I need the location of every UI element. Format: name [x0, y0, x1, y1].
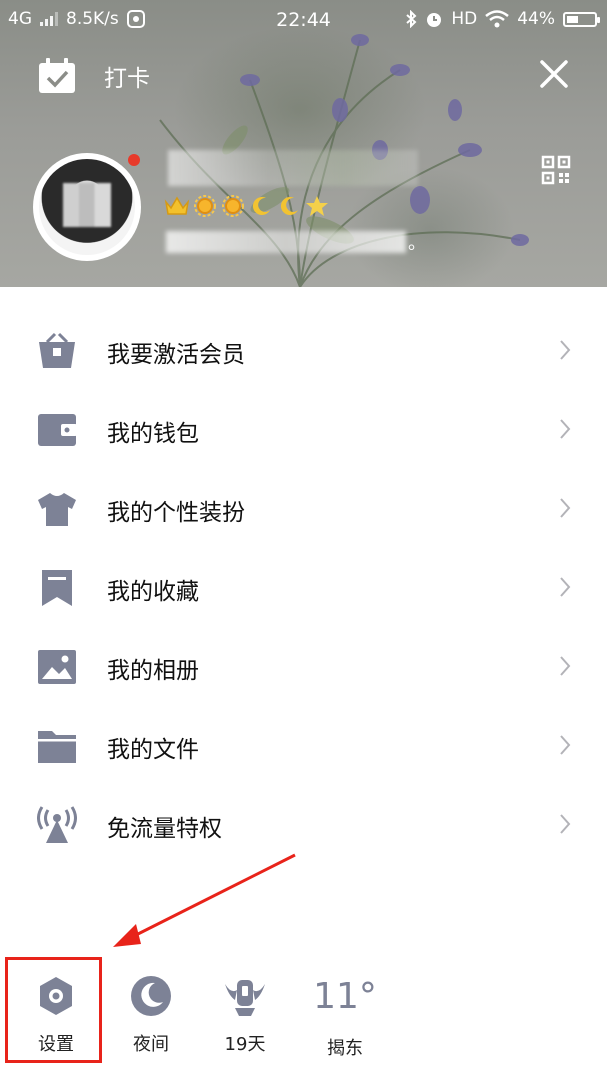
profile-header: 4G 8.5K/s 22:44 HD 44% 打卡 。 — [0, 0, 607, 287]
checkin-label: 打卡 — [104, 66, 150, 92]
menu-item-label: 我的文件 — [107, 737, 199, 763]
checkin-days-button[interactable]: 19天 — [205, 960, 285, 1056]
alarm-icon — [427, 13, 442, 27]
chevron-right-icon — [560, 419, 571, 439]
chevron-right-icon — [560, 340, 571, 360]
menu-item-album[interactable]: 我的相册 — [0, 627, 607, 706]
antenna-icon — [37, 806, 77, 843]
sun-icon — [222, 195, 244, 217]
menu-item-vip[interactable]: 我要激活会员 — [0, 311, 607, 390]
weather-city: 揭东 — [327, 1038, 363, 1059]
wifi-icon — [485, 10, 509, 28]
avatar[interactable] — [33, 153, 141, 261]
chevron-right-icon — [560, 735, 571, 755]
weather-temperature: 11° — [313, 976, 377, 1017]
menu-item-label: 免流量特权 — [107, 816, 222, 842]
signature-end: 。 — [408, 233, 426, 254]
qr-code-icon[interactable] — [541, 155, 571, 185]
blurred-nickname — [168, 150, 418, 186]
status-bar: 4G 8.5K/s 22:44 HD 44% — [0, 0, 607, 40]
tshirt-icon — [38, 493, 76, 526]
menu-item-label: 我的相册 — [107, 658, 199, 684]
menu-item-favorites[interactable]: 我的收藏 — [0, 548, 607, 627]
menu-item-label: 我的个性装扮 — [107, 500, 245, 526]
menu-item-label: 我要激活会员 — [107, 342, 245, 368]
wallet-icon — [38, 414, 77, 446]
menu-item-files[interactable]: 我的文件 — [0, 706, 607, 785]
close-icon[interactable] — [536, 56, 572, 92]
battery-percent: 44% — [517, 9, 555, 29]
weather-button[interactable]: 11° 揭东 — [305, 960, 385, 1060]
crown-icon — [164, 196, 190, 215]
moon-icon — [280, 197, 298, 216]
moon-icon — [252, 197, 270, 216]
chevron-right-icon — [560, 814, 571, 834]
calendar-check-icon — [39, 58, 75, 93]
avatar-mosaic — [63, 183, 111, 227]
menu-item-label: 我的收藏 — [107, 579, 199, 605]
bluetooth-icon — [406, 10, 417, 28]
settings-highlight-box — [5, 957, 102, 1063]
menu-item-wallet[interactable]: 我的钱包 — [0, 390, 607, 469]
drawer-menu: 我要激活会员 我的钱包 我的个性装扮 我的收藏 我的相册 我的文件 免流量特权 — [0, 311, 607, 864]
bookmark-icon — [42, 570, 72, 606]
battery-icon — [563, 11, 600, 27]
image-icon — [38, 650, 76, 684]
menu-item-dressup[interactable]: 我的个性装扮 — [0, 469, 607, 548]
menu-item-label: 我的钱包 — [107, 421, 199, 447]
sun-icon — [194, 195, 216, 217]
star-icon — [306, 196, 328, 216]
days-label: 19天 — [224, 1034, 266, 1055]
chevron-right-icon — [560, 656, 571, 676]
hd-indicator: HD — [451, 9, 478, 29]
blurred-signature — [166, 231, 406, 253]
medal-icon — [225, 980, 265, 1016]
folder-icon — [38, 731, 76, 763]
chevron-right-icon — [560, 498, 571, 518]
basket-icon — [39, 332, 75, 368]
moon-icon — [131, 976, 171, 1016]
notification-dot — [128, 154, 140, 166]
checkin-button[interactable]: 打卡 — [38, 58, 150, 94]
night-label: 夜间 — [133, 1034, 169, 1055]
chevron-right-icon — [560, 577, 571, 597]
menu-item-free-data[interactable]: 免流量特权 — [0, 785, 607, 864]
level-badges[interactable] — [164, 194, 330, 218]
night-mode-button[interactable]: 夜间 — [111, 960, 191, 1056]
